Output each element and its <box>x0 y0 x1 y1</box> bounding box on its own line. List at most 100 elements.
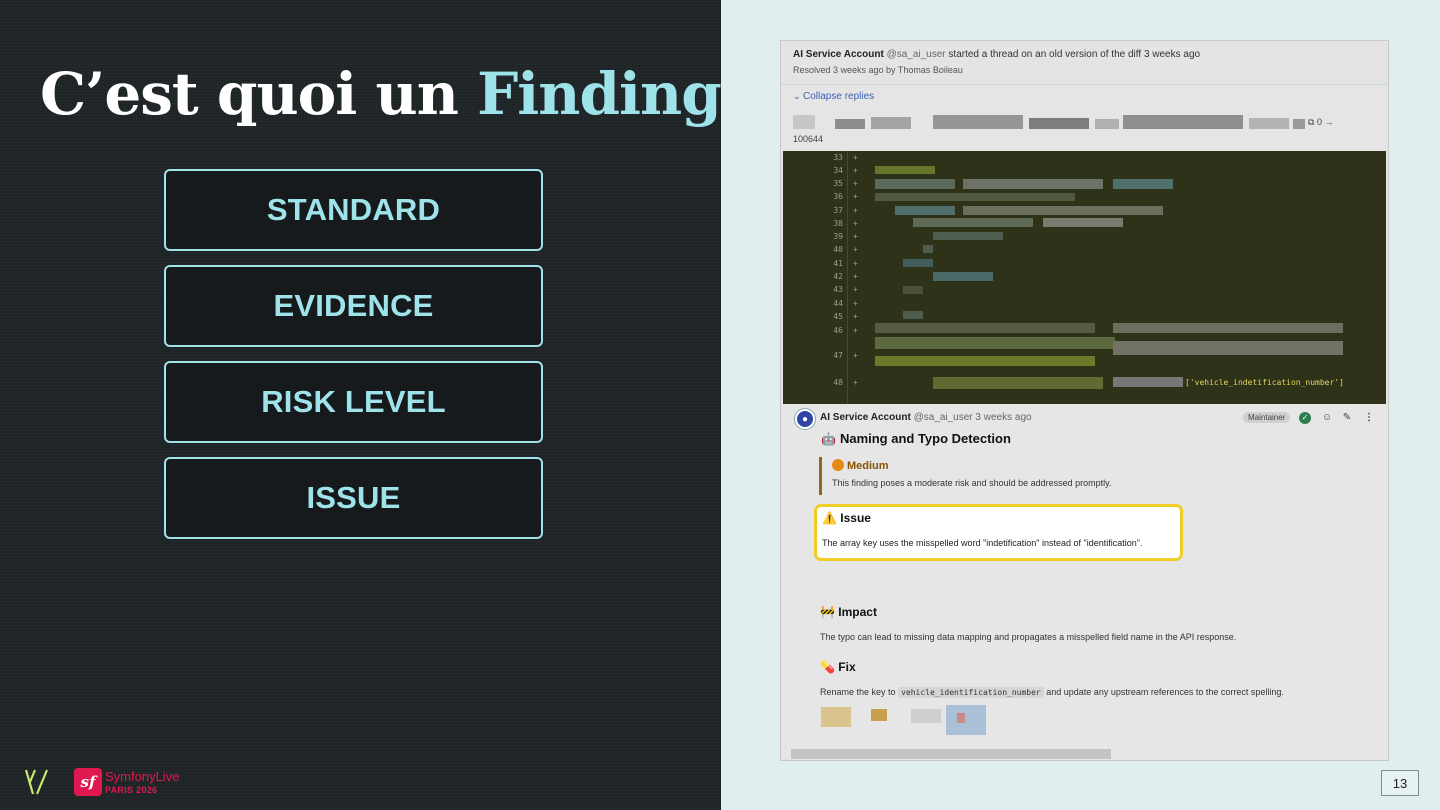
fix-text-after: and update any upstream references to th… <box>1046 687 1284 697</box>
fix-title: 💊 Fix <box>820 660 856 674</box>
added-line-marker: + <box>853 285 858 294</box>
thread-header: AI Service Account @sa_ai_user started a… <box>781 41 1388 85</box>
collapse-replies-button[interactable]: ⌄ Collapse replies <box>793 91 874 102</box>
code-line-number: 44 <box>833 299 843 308</box>
robot-icon: 🤖 <box>821 432 836 446</box>
slide-left-panel: C’est quoi un Finding ? STANDARD EVIDENC… <box>0 0 774 810</box>
warning-icon: ⚠️ <box>822 511 837 525</box>
impact-title: 🚧 Impact <box>820 605 877 619</box>
card-standard: STANDARD <box>164 169 543 251</box>
code-line-number: 42 <box>833 272 843 281</box>
added-line-marker: + <box>853 206 858 215</box>
code-diff-block: 33 +34 +35 +36 +37 +38 +39 +40 +41 +42 +43 +44 +45 +4… <box>783 151 1386 404</box>
issue-highlight-box: ⚠️ Issue The array key uses the misspell… <box>814 504 1183 561</box>
page-number: 13 <box>1381 770 1419 796</box>
edit-pencil-icon[interactable]: ✎ <box>1341 412 1353 424</box>
file-mode: 100644 <box>793 134 824 144</box>
added-line-marker: + <box>853 179 858 188</box>
code-line-number: 34 <box>833 166 843 175</box>
code-line-number: 35 <box>833 179 843 188</box>
card-label: STANDARD <box>266 192 441 227</box>
risk-level: Medium <box>832 459 889 472</box>
blurred-reactions <box>781 705 1388 760</box>
added-line-marker: + <box>853 245 858 254</box>
code-line-number: 39 <box>833 232 843 241</box>
emoji-reaction-icon[interactable]: ☺ <box>1321 412 1333 424</box>
thread-time: 3 weeks ago <box>1143 49 1201 60</box>
fix-text: Rename the key to vehicle_identification… <box>820 687 1284 698</box>
slide-title: C’est quoi un Finding ? <box>40 60 774 128</box>
added-line-marker: + <box>853 326 858 335</box>
avatar[interactable]: ● <box>795 409 815 429</box>
thread-action: started a thread on an old version of th… <box>948 49 1142 60</box>
thread-meta: AI Service Account @sa_ai_user started a… <box>793 49 1200 60</box>
symfony-logo-icon: sf <box>74 768 102 796</box>
title-accent: Finding <box>477 60 722 128</box>
comment-time: 3 weeks ago <box>975 412 1032 423</box>
fix-title-text: Fix <box>838 660 856 674</box>
file-count-label: 0 → <box>1316 117 1334 127</box>
event-subtitle: PARIS 2026 <box>105 785 158 795</box>
maintainer-badge: Maintainer <box>1243 412 1291 423</box>
file-copy-count[interactable]: ⧉ 0 → <box>1308 117 1333 128</box>
issue-title-text: Issue <box>840 511 871 525</box>
issue-text: The array key uses the misspelled word "… <box>822 538 1143 548</box>
code-line-number: 33 <box>833 153 843 162</box>
brand-logo-icon <box>25 769 49 795</box>
risk-block: Medium This finding poses a moderate ris… <box>819 457 1149 495</box>
impact-text: The typo can lead to missing data mappin… <box>820 632 1237 642</box>
card-evidence: EVIDENCE <box>164 265 543 347</box>
risk-description: This finding poses a moderate risk and s… <box>832 478 1112 488</box>
finding-heading: 🤖 Naming and Typo Detection <box>821 431 1011 446</box>
code-line-number: 46 <box>833 326 843 335</box>
code-line-number: 41 <box>833 259 843 268</box>
card-issue: ISSUE <box>164 457 543 539</box>
added-line-marker: + <box>853 166 858 175</box>
added-line-marker: + <box>853 219 858 228</box>
added-line-marker: + <box>853 192 858 201</box>
added-line-marker: + <box>853 153 858 162</box>
fix-text-before: Rename the key to <box>820 687 896 697</box>
gitlab-screenshot: AI Service Account @sa_ai_user started a… <box>780 40 1389 761</box>
resolved-check-icon[interactable]: ✓ <box>1299 412 1311 424</box>
fix-inline-code: vehicle_identification_number <box>898 687 1044 698</box>
event-name: SymfonyLive <box>105 769 180 784</box>
code-line-number: 47 <box>833 351 843 360</box>
code-highlighted-key: ['vehicle_indetification_number'] <box>1185 378 1344 387</box>
comment-author[interactable]: AI Service Account <box>820 412 911 423</box>
impact-title-text: Impact <box>838 605 877 619</box>
comment-handle[interactable]: @sa_ai_user <box>914 412 973 423</box>
card-risk-level: RISK LEVEL <box>164 361 543 443</box>
construction-icon: 🚧 <box>820 605 835 619</box>
thread-resolved: Resolved 3 weeks ago by Thomas Boileau <box>793 65 963 75</box>
code-line-number: 38 <box>833 219 843 228</box>
chevron-down-icon: ⌄ <box>793 91 801 101</box>
code-line-number: 45 <box>833 312 843 321</box>
card-label: RISK LEVEL <box>261 384 446 419</box>
issue-title: ⚠️ Issue <box>822 511 871 525</box>
added-line-marker: + <box>853 232 858 241</box>
pill-icon: 💊 <box>820 660 835 674</box>
risk-level-text: Medium <box>847 460 889 472</box>
collapse-replies-label: Collapse replies <box>803 91 875 102</box>
card-label: ISSUE <box>306 480 401 515</box>
orange-circle-icon <box>832 459 844 471</box>
code-line-number: 40 <box>833 245 843 254</box>
added-line-marker: + <box>853 312 858 321</box>
ai-comment: ● AI Service Account @sa_ai_user 3 weeks… <box>781 405 1388 760</box>
comment-meta: AI Service Account @sa_ai_user 3 weeks a… <box>820 412 1032 423</box>
code-line-number: 48 <box>833 378 843 387</box>
finding-heading-text: Naming and Typo Detection <box>839 431 1011 446</box>
title-prefix: C’est quoi un <box>40 60 459 128</box>
code-line-number: 36 <box>833 192 843 201</box>
thread-handle[interactable]: @sa_ai_user <box>887 49 946 60</box>
added-line-marker: + <box>853 259 858 268</box>
added-line-marker: + <box>853 351 858 360</box>
card-label: EVIDENCE <box>273 288 434 323</box>
blurred-file-path <box>793 115 1378 133</box>
symfony-logo-letters: sf <box>80 773 96 791</box>
code-line-number: 37 <box>833 206 843 215</box>
more-actions-icon[interactable]: ⋮ <box>1363 412 1375 424</box>
copy-icon[interactable]: ⧉ <box>1308 117 1314 127</box>
thread-author[interactable]: AI Service Account <box>793 49 884 60</box>
